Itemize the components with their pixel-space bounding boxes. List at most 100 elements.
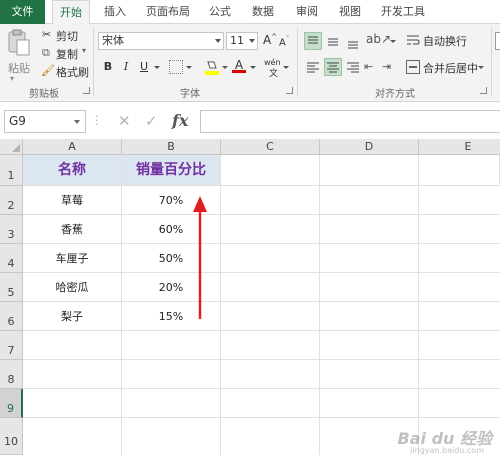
cell[interactable]: [320, 155, 419, 186]
font-launcher-icon[interactable]: [286, 87, 293, 94]
font-color-icon[interactable]: A: [232, 58, 246, 76]
row-header-10[interactable]: 10: [0, 418, 23, 455]
cell-name-row3[interactable]: 香蕉: [23, 215, 122, 244]
increase-indent-icon[interactable]: ⇥: [382, 60, 391, 73]
fill-color-dropdown-icon[interactable]: [222, 66, 228, 69]
name-box-value: G9: [9, 114, 26, 128]
formula-input[interactable]: [200, 110, 500, 133]
table-header-sales-percent[interactable]: 销量百分比: [122, 155, 221, 186]
row-header-3[interactable]: 3: [0, 215, 23, 244]
tab-page-layout[interactable]: 页面布局: [140, 0, 196, 24]
fill-color-icon[interactable]: [205, 59, 219, 75]
borders-icon[interactable]: [169, 60, 183, 74]
formula-bar: G9 · · · ✕ ✓ fx: [0, 103, 500, 139]
column-header-c[interactable]: C: [221, 139, 320, 155]
orientation-dropdown-icon[interactable]: [390, 40, 396, 43]
align-bottom-icon[interactable]: [344, 32, 362, 50]
watermark-url: jingyan.baidu.com: [410, 446, 484, 455]
decrease-font-icon[interactable]: Aˇ: [279, 35, 289, 48]
italic-button[interactable]: I: [117, 58, 135, 76]
merge-dropdown-icon[interactable]: [478, 66, 484, 69]
align-left-icon[interactable]: [304, 58, 322, 76]
cell-name-row6[interactable]: 梨子: [23, 302, 122, 331]
insert-function-icon[interactable]: fx: [172, 111, 188, 130]
tab-developer[interactable]: 开发工具: [375, 0, 431, 24]
tab-view[interactable]: 视图: [332, 0, 368, 24]
font-color-dropdown-icon[interactable]: [250, 66, 256, 69]
select-all-corner[interactable]: [0, 139, 23, 155]
wrap-text-button[interactable]: 自动换行: [423, 33, 467, 49]
orientation-icon[interactable]: ab↗: [366, 32, 391, 46]
tab-data[interactable]: 数据: [245, 0, 281, 24]
group-divider: [491, 28, 492, 96]
row-header-4[interactable]: 4: [0, 244, 23, 273]
ribbon-tab-bar: 文件 开始 插入 页面布局 公式 数据 审阅 视图 开发工具: [0, 0, 500, 25]
copy-dropdown-icon[interactable]: ▾: [82, 46, 86, 55]
merge-center-icon[interactable]: [406, 60, 420, 74]
align-right-icon[interactable]: [344, 58, 362, 76]
underline-dropdown-icon[interactable]: [154, 66, 160, 69]
clipboard-launcher-icon[interactable]: [83, 87, 90, 94]
align-middle-icon[interactable]: [324, 32, 342, 50]
column-header-d[interactable]: D: [320, 139, 419, 155]
underline-button[interactable]: U: [135, 58, 153, 76]
row-header-6[interactable]: 6: [0, 302, 23, 331]
cut-button[interactable]: 剪切: [56, 28, 78, 44]
group-divider: [297, 28, 298, 96]
tab-insert[interactable]: 插入: [96, 0, 134, 24]
cell-name-row4[interactable]: 车厘子: [23, 244, 122, 273]
cell[interactable]: [221, 155, 320, 186]
annotation-arrow: [188, 194, 212, 324]
number-format-select[interactable]: [495, 32, 500, 50]
font-name-select[interactable]: 宋体: [98, 32, 224, 50]
alignment-launcher-icon[interactable]: [480, 87, 487, 94]
bold-button[interactable]: B: [99, 58, 117, 76]
row-header-9[interactable]: 9: [0, 389, 23, 418]
font-size-select[interactable]: 11: [226, 32, 258, 50]
cell[interactable]: [419, 155, 500, 186]
row-header-1[interactable]: 1: [0, 155, 23, 186]
paste-dropdown-icon[interactable]: ▾: [10, 74, 14, 83]
align-top-icon[interactable]: [304, 32, 322, 50]
wrap-text-icon[interactable]: [406, 33, 420, 47]
worksheet-grid[interactable]: A B C D E 1 2 3 4 5 6 7 8 9 10 名称 销量百分比 …: [0, 139, 500, 455]
phonetic-glyph: 文: [269, 69, 279, 79]
cancel-entry-icon[interactable]: ✕: [118, 112, 131, 130]
formula-bar-resize-handle[interactable]: · · ·: [95, 111, 99, 130]
row-header-5[interactable]: 5: [0, 273, 23, 302]
tab-review[interactable]: 审阅: [289, 0, 325, 24]
cut-icon[interactable]: ✂: [42, 28, 51, 41]
borders-dropdown-icon[interactable]: [186, 66, 192, 69]
cell-name-row2[interactable]: 草莓: [23, 186, 122, 215]
tab-home[interactable]: 开始: [52, 0, 90, 25]
clipboard-group-label: 剪贴板: [29, 89, 59, 100]
copy-icon[interactable]: ⧉: [42, 46, 50, 60]
font-size-value: 11: [230, 34, 244, 47]
merge-center-button[interactable]: 合并后居中: [423, 60, 478, 76]
font-name-value: 宋体: [102, 34, 124, 47]
formula-tools: ✕ ✓ fx: [108, 110, 198, 133]
decrease-indent-icon[interactable]: ⇤: [364, 60, 373, 73]
tab-file[interactable]: 文件: [0, 0, 45, 24]
align-center-icon[interactable]: [324, 58, 342, 76]
table-header-name[interactable]: 名称: [23, 155, 122, 186]
alignment-group-label: 对齐方式: [375, 89, 415, 100]
column-header-b[interactable]: B: [122, 139, 221, 155]
tab-formulas[interactable]: 公式: [202, 0, 238, 24]
format-painter-icon[interactable]: 🖌: [41, 64, 55, 77]
name-box[interactable]: G9: [4, 110, 86, 133]
row-header-7[interactable]: 7: [0, 331, 23, 360]
group-divider: [93, 28, 94, 96]
cell-name-row5[interactable]: 哈密瓜: [23, 273, 122, 302]
column-header-a[interactable]: A: [23, 139, 122, 155]
row-header-2[interactable]: 2: [0, 186, 23, 215]
format-painter-button[interactable]: 格式刷: [56, 64, 89, 80]
confirm-entry-icon[interactable]: ✓: [145, 112, 158, 130]
copy-button[interactable]: 复制: [56, 46, 78, 62]
row-header-8[interactable]: 8: [0, 360, 23, 389]
paste-icon[interactable]: [6, 28, 32, 58]
phonetic-dropdown-icon[interactable]: [283, 66, 289, 69]
increase-font-icon[interactable]: A^: [263, 33, 277, 47]
ribbon-home: 粘贴 ▾ ✂ 剪切 ⧉ 复制 ▾ 🖌 格式刷 剪贴板 宋体 11 A^ Aˇ B…: [0, 24, 500, 102]
column-header-e[interactable]: E: [419, 139, 500, 155]
